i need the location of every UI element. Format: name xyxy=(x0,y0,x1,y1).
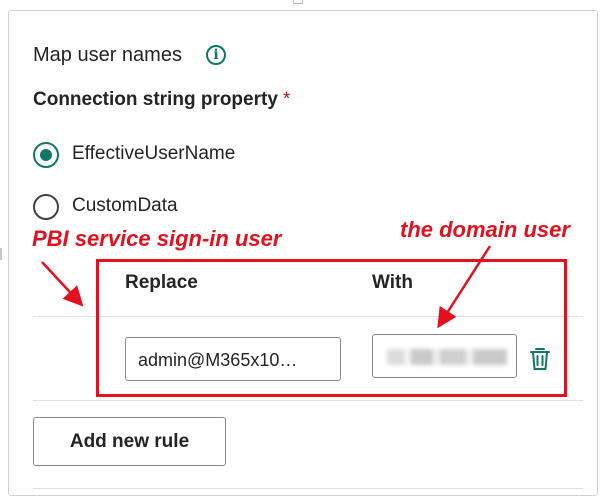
arrow-to-replace xyxy=(41,261,84,307)
arrow-to-with xyxy=(437,245,492,329)
annotation-arrows xyxy=(41,245,492,329)
